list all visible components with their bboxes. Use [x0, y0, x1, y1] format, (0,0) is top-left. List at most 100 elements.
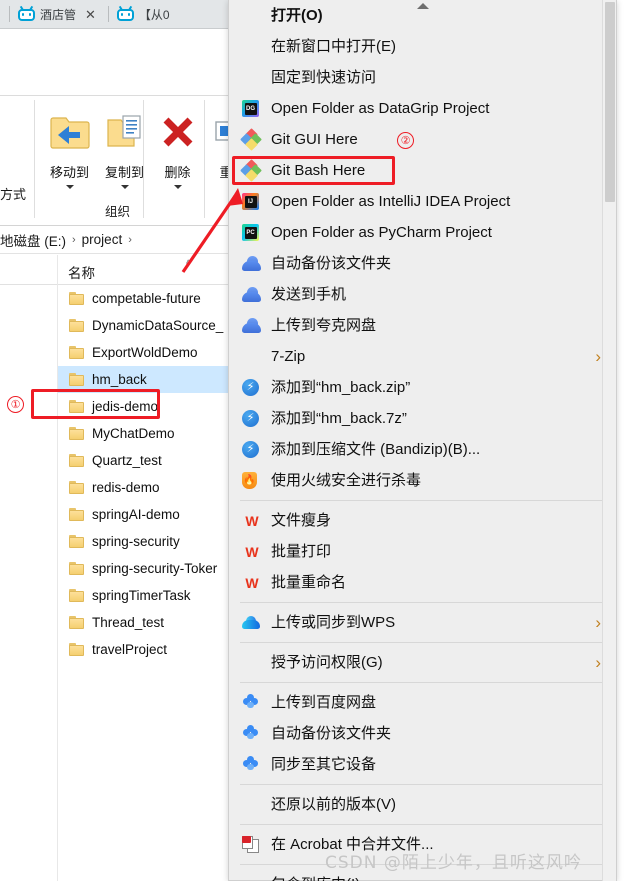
- breadcrumb[interactable]: 地磁盘 (E:) › project ›: [0, 226, 235, 254]
- context-menu-item[interactable]: W 文件瘦身: [229, 505, 616, 536]
- copy-to-button[interactable]: 复制到: [97, 104, 152, 189]
- breadcrumb-folder[interactable]: project: [82, 232, 123, 247]
- context-menu-item[interactable]: PC Open Folder as PyCharm Project: [229, 217, 616, 248]
- chevron-right-icon[interactable]: ›: [72, 234, 76, 246]
- folder-icon: [69, 535, 84, 548]
- menu-item-label: 上传到夸克网盘: [271, 317, 377, 334]
- menu-item-icon-slot: DG: [242, 100, 271, 117]
- menu-item-label: 上传或同步到WPS: [271, 614, 396, 631]
- file-list-item[interactable]: springAI-demo: [58, 501, 228, 528]
- browser-tab-1[interactable]: 酒店管 ✕: [15, 0, 103, 29]
- context-menu-item[interactable]: 自动备份该文件夹: [229, 248, 616, 279]
- baidu-icon: [242, 725, 259, 742]
- delete-label: 删除: [164, 165, 191, 180]
- context-menu-item[interactable]: 自动备份该文件夹: [229, 718, 616, 749]
- acrobat-icon: [242, 836, 259, 853]
- context-menu-item[interactable]: 固定到快速访问: [229, 62, 616, 93]
- context-menu-item[interactable]: W 批量重命名: [229, 567, 616, 598]
- column-header-name[interactable]: 名称: [68, 262, 95, 282]
- file-list-item[interactable]: jedis-demo: [58, 393, 228, 420]
- context-menu-item[interactable]: IJ Open Folder as IntelliJ IDEA Project: [229, 186, 616, 217]
- context-menu-item[interactable]: 上传或同步到WPS ›: [229, 607, 616, 638]
- context-menu-item[interactable]: ⚡ 添加到“hm_back.7z”: [229, 403, 616, 434]
- file-name-label: MyChatDemo: [92, 426, 175, 441]
- menu-item-label: 包含到库中(I): [271, 877, 360, 881]
- menu-separator: [240, 602, 605, 603]
- context-menu-item[interactable]: W 批量打印: [229, 536, 616, 567]
- breadcrumb-drive[interactable]: 地磁盘 (E:): [0, 230, 66, 250]
- folder-icon: [69, 508, 84, 521]
- context-menu: 打开(O) 在新窗口中打开(E) 固定到快速访问 DG Open Folder as D…: [228, 0, 617, 881]
- file-name-label: Quartz_test: [92, 453, 162, 468]
- context-menu-item[interactable]: 7-Zip ›: [229, 341, 616, 372]
- file-list-item[interactable]: redis-demo: [58, 474, 228, 501]
- menu-item-label: Open Folder as PyCharm Project: [271, 224, 492, 241]
- scrollbar-thumb[interactable]: [605, 2, 615, 202]
- file-list-item[interactable]: spring-security: [58, 528, 228, 555]
- delete-button[interactable]: 删除: [150, 104, 205, 189]
- git-icon: [240, 159, 262, 182]
- context-menu-item[interactable]: 发送到手机: [229, 279, 616, 310]
- context-menu-item[interactable]: Git GUI Here: [229, 124, 616, 155]
- file-list-item[interactable]: Thread_test: [58, 609, 228, 636]
- file-name-label: springTimerTask: [92, 588, 191, 603]
- folder-icon: [69, 427, 84, 440]
- menu-item-label: 打开(O): [271, 7, 323, 24]
- file-list-item[interactable]: Quartz_test: [58, 447, 228, 474]
- folder-icon: [69, 400, 84, 413]
- context-menu-item[interactable]: 授予访问权限(G) ›: [229, 647, 616, 678]
- chevron-down-icon[interactable]: [120, 185, 129, 189]
- context-menu-item[interactable]: ⚡ 添加到“hm_back.zip”: [229, 372, 616, 403]
- context-menu-item[interactable]: Git Bash Here: [229, 155, 616, 186]
- menu-item-label: 同步至其它设备: [271, 756, 377, 773]
- context-menu-item[interactable]: 上传到百度网盘: [229, 687, 616, 718]
- context-menu-item[interactable]: ⚡ 添加到压缩文件 (Bandizip)(B)...: [229, 434, 616, 465]
- submenu-chevron-icon: ›: [595, 875, 601, 881]
- annotation-marker-two: ②: [397, 132, 414, 149]
- move-to-label: 移动到: [49, 165, 89, 180]
- context-menu-item[interactable]: 打开(O): [229, 0, 616, 31]
- menu-item-icon-slot: W: [242, 513, 271, 528]
- window-blank-area: [0, 29, 235, 95]
- menu-item-icon-slot: W: [242, 575, 271, 590]
- wps-cloud-icon: [242, 616, 260, 629]
- folder-icon: [69, 481, 84, 494]
- file-list-item[interactable]: springTimerTask: [58, 582, 228, 609]
- file-list-item[interactable]: spring-security-Toker: [58, 555, 228, 582]
- file-list-item[interactable]: ExportWoldDemo: [58, 339, 228, 366]
- context-menu-scrollbar[interactable]: [602, 0, 616, 881]
- move-to-button[interactable]: 移动到: [42, 104, 97, 189]
- context-menu-item[interactable]: 还原以前的版本(V): [229, 789, 616, 820]
- file-name-label: spring-security-Toker: [92, 561, 218, 576]
- context-menu-item[interactable]: 上传到夸克网盘: [229, 310, 616, 341]
- menu-item-label: 上传到百度网盘: [271, 694, 377, 711]
- file-list: competable-future DynamicDataSource_ Expor…: [58, 285, 228, 881]
- file-list-item[interactable]: competable-future: [58, 285, 228, 312]
- menu-item-icon-slot: [242, 694, 271, 711]
- copy-to-icon: [105, 104, 145, 160]
- menu-item-label: 添加到“hm_back.7z”: [271, 410, 407, 427]
- chevron-down-icon[interactable]: [173, 185, 182, 189]
- menu-separator: [240, 682, 605, 683]
- file-list-item[interactable]: DynamicDataSource_: [58, 312, 228, 339]
- submenu-chevron-icon: ›: [595, 652, 601, 672]
- context-menu-item[interactable]: DG Open Folder as DataGrip Project: [229, 93, 616, 124]
- file-list-item[interactable]: travelProject: [58, 636, 228, 663]
- file-list-item[interactable]: hm_back: [58, 366, 228, 393]
- menu-item-label: Open Folder as IntelliJ IDEA Project: [271, 193, 511, 210]
- menu-item-label: 还原以前的版本(V): [271, 796, 396, 813]
- close-icon[interactable]: ✕: [81, 8, 100, 21]
- context-menu-item[interactable]: 在新窗口中打开(E): [229, 31, 616, 62]
- chevron-down-icon[interactable]: [65, 185, 74, 189]
- cloud-icon: [242, 256, 261, 271]
- file-list-item[interactable]: MyChatDemo: [58, 420, 228, 447]
- file-name-label: hm_back: [92, 372, 147, 387]
- chevron-right-icon[interactable]: ›: [128, 234, 132, 246]
- sort-ascending-icon[interactable]: ^: [186, 259, 191, 270]
- browser-tab-2[interactable]: 【从0: [114, 0, 173, 29]
- context-menu-item[interactable]: 同步至其它设备: [229, 749, 616, 780]
- menu-item-icon-slot: [242, 836, 271, 853]
- menu-separator: [240, 500, 605, 501]
- menu-item-label: Git GUI Here: [271, 131, 358, 148]
- context-menu-item[interactable]: 🔥 使用火绒安全进行杀毒: [229, 465, 616, 496]
